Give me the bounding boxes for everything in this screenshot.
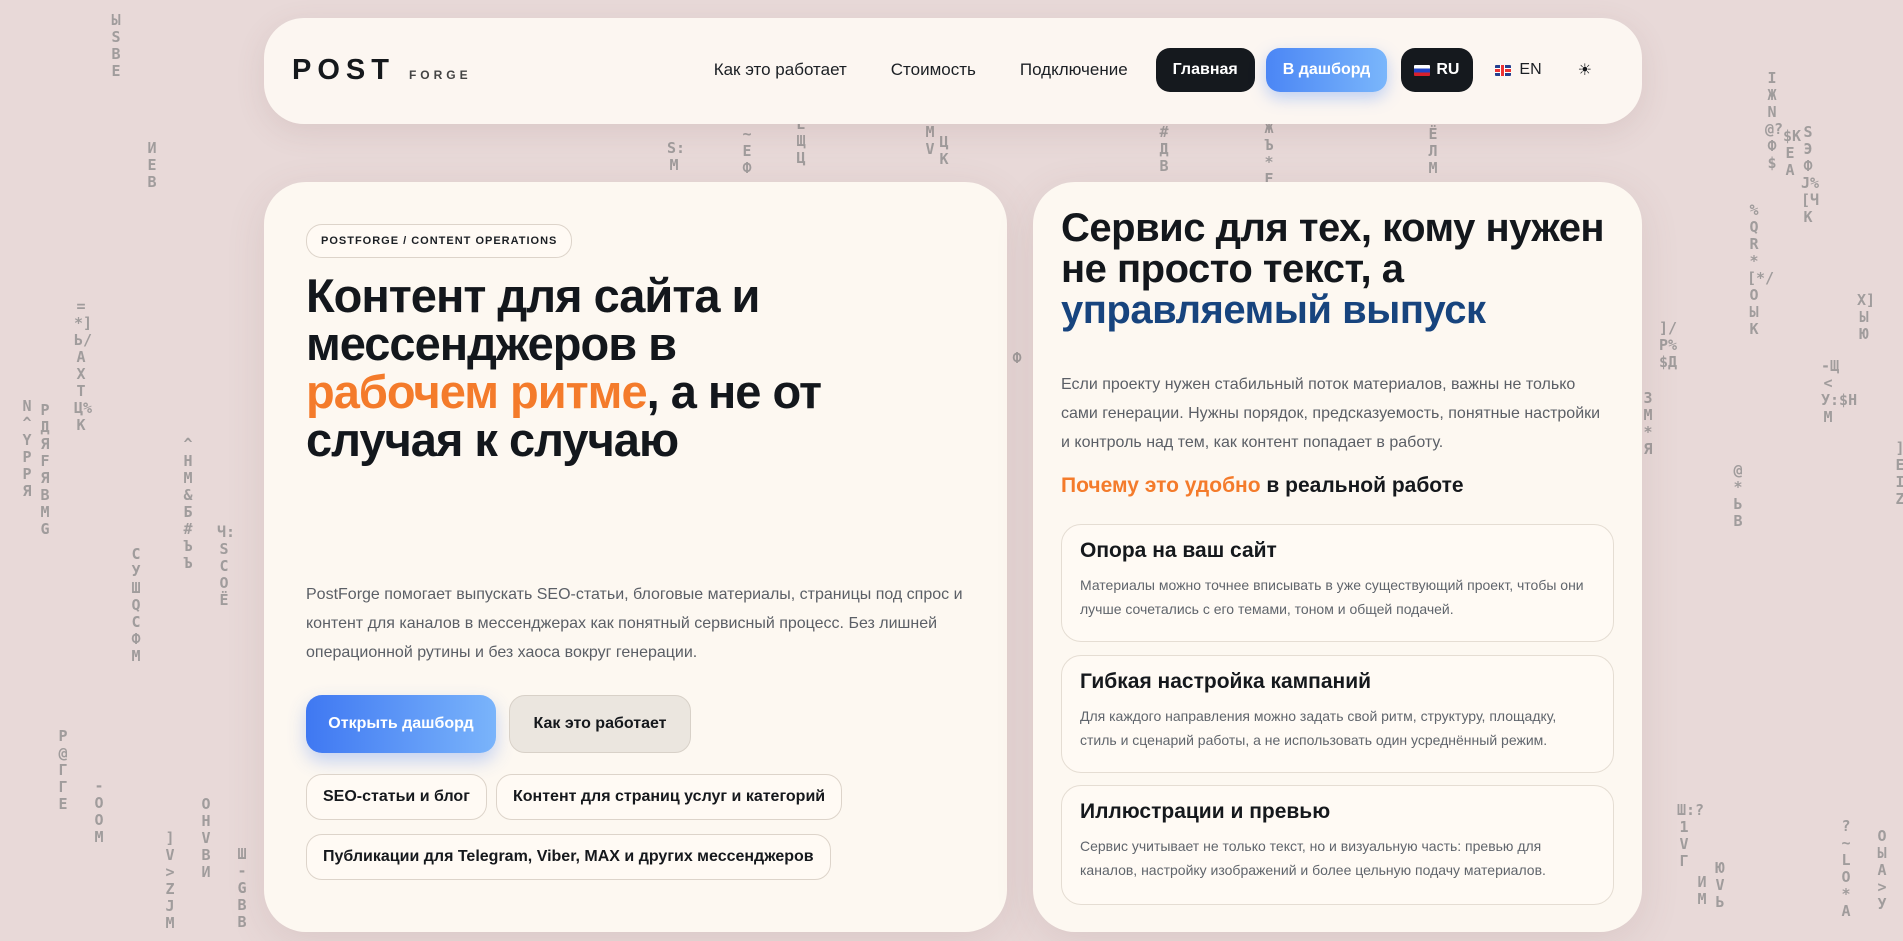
nav-pricing[interactable]: Стоимость — [891, 60, 976, 80]
ru-flag-icon — [1414, 64, 1431, 76]
sun-icon[interactable]: ☀ — [1578, 60, 1592, 80]
about-card: Сервис для тех, кому нужен не просто тек… — [1033, 182, 1642, 932]
lang-ru-label: RU — [1436, 61, 1460, 78]
about-description: Если проекту нужен стабильный поток мате… — [1061, 376, 1601, 451]
logo-main: POST — [292, 54, 395, 86]
feature-title: Иллюстрации и превью — [1080, 800, 1331, 823]
how-it-works-button[interactable]: Как это работает — [509, 695, 691, 753]
hero-card: POSTFORGE / CONTENT OPERATIONS Контент д… — [264, 182, 1007, 932]
lang-en-label: EN — [1519, 61, 1542, 78]
chip-service-pages: Контент для страниц услуг и категорий — [496, 774, 843, 820]
feature-text: Материалы можно точнее вписывать в уже с… — [1080, 577, 1584, 617]
feature-text: Для каждого направления можно задать сво… — [1080, 708, 1557, 748]
nav-connection[interactable]: Подключение — [1020, 60, 1128, 80]
open-dashboard-button[interactable]: Открыть дашборд — [306, 695, 496, 753]
feature-card-site: Опора на ваш сайт Материалы можно точнее… — [1061, 524, 1614, 642]
feature-card-illustrations: Иллюстрации и превью Сервис учитывает не… — [1061, 785, 1614, 905]
feature-card-campaigns: Гибкая настройка кампаний Для каждого на… — [1061, 655, 1614, 773]
home-button[interactable]: Главная — [1155, 48, 1255, 92]
uk-flag-icon — [1495, 64, 1512, 76]
about-title: Сервис для тех, кому нужен не просто тек… — [1061, 208, 1621, 331]
hero-title: Контент для сайта и мессенджеров в рабоч… — [306, 272, 826, 464]
logo-sub: FORGE — [408, 68, 472, 82]
feature-title: Гибкая настройка кампаний — [1080, 670, 1372, 693]
why-heading-accent: Почему это удобно — [1061, 474, 1261, 497]
chip-seo: SEO-статьи и блог — [306, 774, 487, 820]
nav-how-it-works[interactable]: Как это работает — [714, 60, 847, 80]
hero-description: PostForge помогает выпускать SEO-статьи,… — [306, 586, 963, 661]
site-header: POST FORGE Как это работает Стоимость По… — [264, 18, 1642, 124]
about-title-accent: управляемый выпуск — [1061, 288, 1486, 332]
main-nav: Как это работает Стоимость Подключение Г… — [714, 48, 1592, 92]
lang-en-button[interactable]: EN — [1495, 61, 1542, 79]
eyebrow-badge: POSTFORGE / CONTENT OPERATIONS — [306, 224, 573, 258]
about-title-part1: Сервис для тех, кому нужен не просто тек… — [1061, 206, 1605, 291]
lang-ru-button[interactable]: RU — [1401, 48, 1474, 92]
feature-title: Опора на ваш сайт — [1080, 539, 1277, 562]
logo[interactable]: POST FORGE — [292, 54, 472, 87]
hero-title-accent: рабочем ритме — [306, 365, 648, 418]
feature-text: Сервис учитывает не только текст, но и в… — [1080, 838, 1546, 878]
chip-messengers: Публикации для Telegram, Viber, MAX и др… — [306, 834, 831, 880]
why-convenient-heading: Почему это удобно в реальной работе — [1061, 474, 1464, 498]
hero-title-part1: Контент для сайта и мессенджеров в — [306, 269, 760, 370]
dashboard-button[interactable]: В дашборд — [1265, 48, 1388, 92]
why-heading-rest: в реальной работе — [1260, 474, 1464, 497]
